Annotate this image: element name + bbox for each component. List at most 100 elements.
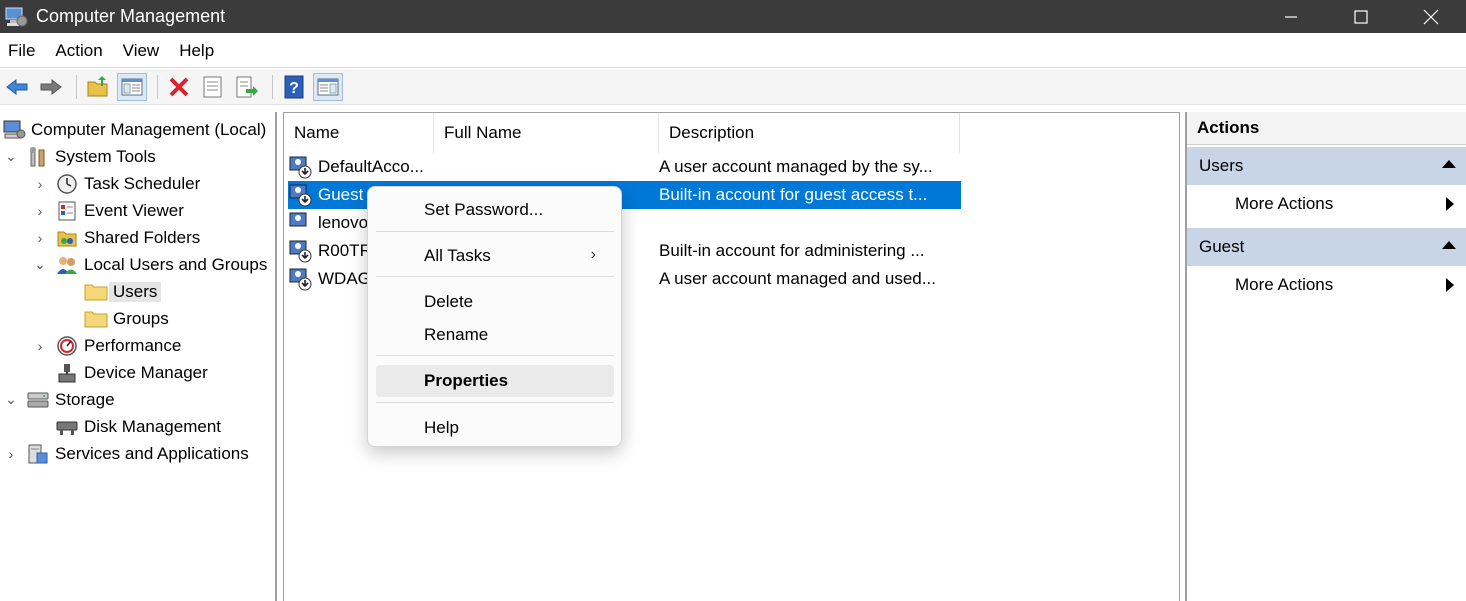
user-icon: [288, 155, 314, 179]
chevron-down-icon[interactable]: ⌄: [33, 256, 47, 273]
menu-item-all-tasks[interactable]: All Tasks ›: [376, 240, 614, 272]
computer-management-icon: [2, 119, 26, 141]
menu-bar: File Action View Help: [0, 34, 1466, 68]
menu-action[interactable]: Action: [45, 41, 112, 61]
collapse-triangle-icon[interactable]: [1442, 160, 1456, 168]
tree-label: Shared Folders: [84, 227, 201, 247]
more-actions-users[interactable]: More Actions: [1187, 185, 1466, 223]
context-menu: Set Password... All Tasks › Delete Renam…: [367, 186, 622, 447]
help-icon[interactable]: ?: [279, 73, 309, 101]
tree-label: Storage: [55, 389, 115, 409]
event-viewer-icon: [55, 200, 79, 222]
chevron-right-icon[interactable]: ›: [33, 203, 47, 219]
menu-item-delete[interactable]: Delete: [376, 286, 614, 318]
tree-item-groups[interactable]: Groups: [84, 305, 169, 332]
tree-item-disk-management[interactable]: Disk Management: [55, 413, 221, 440]
actions-pane: Actions Users More Actions Guest More Ac…: [1185, 112, 1466, 601]
minimize-button[interactable]: [1256, 0, 1326, 33]
menu-file[interactable]: File: [0, 41, 45, 61]
tree-item-shared-folders[interactable]: › Shared Folders: [33, 224, 201, 251]
tree-label: Device Manager: [84, 362, 208, 382]
tree-item-device-manager[interactable]: Device Manager: [55, 359, 208, 386]
tree-item-performance[interactable]: › Performance: [33, 332, 181, 359]
tree-label: Task Scheduler: [84, 173, 201, 193]
tree-label: Local Users and Groups: [84, 254, 268, 274]
folder-icon: [84, 308, 108, 330]
chevron-down-icon[interactable]: ⌄: [4, 391, 18, 408]
tree-item-task-scheduler[interactable]: › Task Scheduler: [33, 170, 200, 197]
window-title: Computer Management: [36, 6, 226, 26]
performance-icon: [55, 335, 79, 357]
user-name: Guest: [318, 185, 364, 204]
menu-view[interactable]: View: [113, 41, 170, 61]
tree-item-system-tools[interactable]: ⌄ System Tools: [4, 143, 156, 170]
svg-text:?: ?: [289, 80, 299, 97]
section-label: Users: [1199, 156, 1244, 175]
tree-label: System Tools: [55, 146, 156, 166]
list-header: Name Full Name Description: [284, 113, 960, 153]
section-label: Guest: [1199, 237, 1245, 256]
user-name: lenovo: [318, 213, 369, 232]
user-description: A user account managed by the sy...: [659, 157, 933, 176]
tree-label: Services and Applications: [55, 443, 249, 463]
folder-icon: [84, 281, 108, 303]
menu-help[interactable]: Help: [169, 41, 224, 61]
show-hide-tree-icon[interactable]: [117, 72, 147, 101]
table-row[interactable]: DefaultAcco... A user account managed by…: [288, 153, 961, 181]
tree-label: Event Viewer: [84, 200, 184, 220]
menu-item-help[interactable]: Help: [376, 412, 614, 444]
more-actions-guest[interactable]: More Actions: [1187, 266, 1466, 304]
services-icon: [26, 443, 50, 465]
tree-item-computer-management[interactable]: Computer Management (Local): [2, 116, 266, 143]
back-arrow-icon[interactable]: [2, 73, 32, 101]
maximize-button[interactable]: [1326, 0, 1396, 33]
action-label: More Actions: [1235, 275, 1334, 294]
chevron-right-icon[interactable]: ›: [4, 446, 18, 462]
menu-separator: [376, 276, 614, 277]
submenu-arrow-icon: [1446, 278, 1454, 292]
tree-item-event-viewer[interactable]: › Event Viewer: [33, 197, 184, 224]
tree-item-services-applications[interactable]: › Services and Applications: [4, 440, 249, 467]
actions-title: Actions: [1187, 112, 1466, 145]
user-description: Built-in account for guest access t...: [659, 185, 928, 204]
menu-item-properties[interactable]: Properties: [376, 365, 614, 397]
toolbar-separator: [157, 74, 158, 99]
menu-separator: [376, 355, 614, 356]
column-name[interactable]: Name: [284, 113, 434, 153]
up-folder-icon[interactable]: [83, 73, 113, 101]
tree-item-local-users-groups[interactable]: ⌄ Local Users and Groups: [33, 251, 267, 278]
toolbar-separator: [76, 74, 77, 99]
tree-label: Computer Management (Local): [31, 119, 267, 139]
column-full-name[interactable]: Full Name: [434, 113, 659, 153]
menu-separator: [376, 231, 614, 232]
chevron-right-icon[interactable]: ›: [33, 176, 47, 192]
delete-icon[interactable]: [164, 73, 194, 101]
collapse-triangle-icon[interactable]: [1442, 241, 1456, 249]
user-icon: [288, 239, 314, 263]
column-description[interactable]: Description: [659, 113, 960, 153]
menu-item-set-password[interactable]: Set Password...: [376, 194, 614, 226]
actions-section-users[interactable]: Users: [1187, 147, 1466, 185]
device-manager-icon: [55, 362, 79, 384]
action-label: More Actions: [1235, 194, 1334, 213]
storage-icon: [26, 389, 50, 411]
close-button[interactable]: [1396, 0, 1466, 33]
show-hide-action-pane-icon[interactable]: [313, 72, 343, 101]
console-tree: Computer Management (Local) ⌄ System Too…: [0, 112, 277, 601]
users-group-icon: [55, 254, 79, 276]
menu-item-rename[interactable]: Rename: [376, 319, 614, 351]
properties-icon[interactable]: [198, 73, 228, 101]
user-description: A user account managed and used...: [659, 269, 936, 288]
tree-item-users[interactable]: Users: [84, 278, 162, 305]
tree-item-storage[interactable]: ⌄ Storage: [4, 386, 115, 413]
chevron-right-icon[interactable]: ›: [33, 230, 47, 246]
forward-arrow-icon[interactable]: [36, 73, 66, 101]
user-icon: [288, 211, 314, 235]
export-list-icon[interactable]: [232, 73, 262, 101]
user-icon: [288, 183, 314, 207]
clock-icon: [55, 173, 79, 195]
chevron-down-icon[interactable]: ⌄: [4, 148, 18, 165]
toolbar: ?: [0, 69, 1466, 105]
chevron-right-icon[interactable]: ›: [33, 338, 47, 354]
actions-section-guest[interactable]: Guest: [1187, 228, 1466, 266]
